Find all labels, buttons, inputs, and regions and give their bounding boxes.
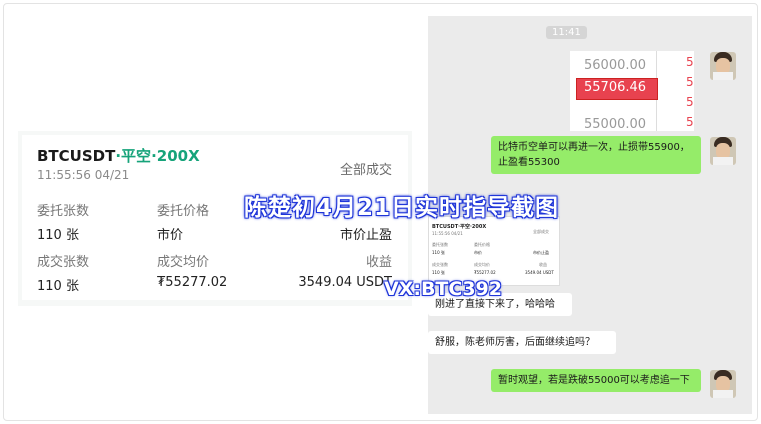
mini-time: 11:55:56 04/21: [432, 231, 463, 236]
avatar-shirt: [713, 72, 733, 80]
mini-row-6: 成交均价: [474, 262, 490, 267]
teacher-avatar[interactable]: [710, 52, 736, 80]
order-time: 11:55:56 04/21: [37, 168, 130, 182]
mini-row-9: ₮55277.02: [474, 270, 496, 275]
watermark-contact: VX:BTC392: [384, 278, 502, 300]
mini-row-5: 成交张数: [432, 262, 448, 267]
filled-qty-label: 成交张数: [37, 255, 90, 270]
mini-row-7: 收益: [539, 262, 547, 267]
order-leverage: 200X: [156, 147, 200, 165]
mini-status: 全部成交: [533, 229, 549, 234]
chart-price-top: 56000.00: [584, 58, 647, 73]
message-bubble-teacher-1[interactable]: 比特币空单可以再进一次，止损带55900，止盈看55300: [491, 136, 701, 174]
order-qty-value: 110 张: [37, 228, 79, 243]
mini-row-0: 委托张数: [432, 242, 448, 247]
mini-row-10: 3549.04 USDT: [525, 270, 554, 275]
order-type-value: 市价止盈: [339, 228, 392, 243]
pair-symbol: BTCUSDT: [37, 147, 116, 165]
pnl-value: 3549.04 USDT: [298, 275, 392, 290]
chart-screenshot-message[interactable]: 56000.00 55706.46 55000.00 55 55 55 55: [570, 51, 694, 131]
order-qty-label: 委托张数: [37, 204, 90, 219]
order-pair-title: BTCUSDT·平空·200X: [37, 145, 200, 166]
avg-price-value: ₮55277.02: [157, 275, 228, 290]
mini-row-8: 110 张: [432, 270, 445, 275]
chart-side-digit-2: 55: [686, 75, 694, 89]
mini-row-1: 委托价格: [474, 242, 490, 247]
mini-row-3: 市价: [474, 250, 482, 255]
teacher-avatar[interactable]: [710, 370, 736, 398]
message-bubble-teacher-2[interactable]: 暂时观望，若是跌破55000可以考虑追一下: [491, 369, 701, 392]
watermark-title: 陈楚初4月21日实时指导截图: [244, 195, 560, 221]
chat-timestamp: 11:41: [546, 26, 587, 39]
avatar-shirt: [713, 390, 733, 398]
filled-qty-value: 110 张: [37, 279, 79, 294]
chart-side-digit-1: 55: [686, 55, 694, 69]
screenshot-frame: BTCUSDT·平空·200X 11:55:56 04/21 全部成交 委托张数…: [3, 3, 758, 421]
order-status: 全部成交: [339, 163, 392, 178]
mini-row-2: 110 张: [432, 250, 445, 255]
mini-row-4: 市价止盈: [533, 250, 549, 255]
chart-side-digit-4: 55: [686, 115, 694, 129]
shared-order-screenshot[interactable]: BTCUSDT·平空·200X 11:55:56 04/21 全部成交 委托张数…: [428, 216, 560, 286]
avg-price-label: 成交均价: [157, 255, 210, 270]
pnl-label: 收益: [365, 255, 392, 270]
order-price-value: 市价: [157, 228, 184, 243]
order-side: 平空: [121, 147, 152, 165]
order-price-label: 委托价格: [157, 204, 210, 219]
chart-side-digit-3: 55: [686, 95, 694, 109]
mini-pair: BTCUSDT·平空·200X: [432, 224, 487, 230]
teacher-avatar[interactable]: [710, 137, 736, 165]
chart-price-bottom: 55000.00: [584, 117, 647, 131]
avatar-shirt: [713, 157, 733, 165]
message-bubble-student-2[interactable]: 舒服，陈老师厉害，后面继续追吗？: [428, 331, 616, 354]
chart-price-current: 55706.46: [584, 80, 647, 95]
